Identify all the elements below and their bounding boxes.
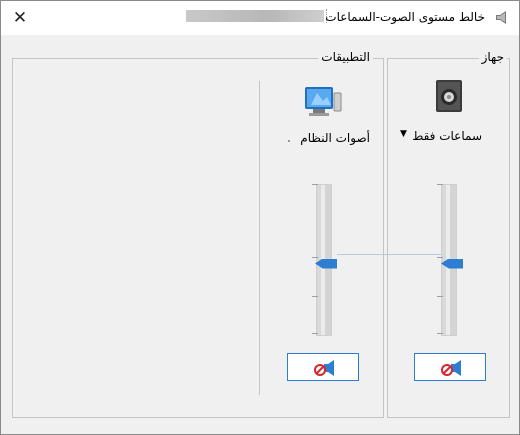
- device-name: سماعات فقط: [412, 129, 482, 143]
- device-tick-mid: [437, 257, 443, 258]
- speaker-muted-icon: [314, 360, 334, 376]
- system-sounds-mute-button[interactable]: [287, 353, 359, 381]
- window-title: خالط مستوى الصوت-السماعات: [325, 10, 485, 24]
- speaker-app-icon: [496, 11, 506, 24]
- system-tick-bottom: [312, 333, 318, 334]
- device-group-label: جهاز: [478, 50, 507, 64]
- speaker-muted-icon: [441, 360, 461, 376]
- system-sounds-label: أصوات النظام: [300, 131, 370, 145]
- applications-group-label: التطبيقات: [318, 50, 373, 64]
- system-tick-low: [312, 296, 318, 297]
- device-tick-top: [437, 184, 443, 185]
- device-tick-low: [437, 296, 443, 297]
- volume-link-line: [337, 254, 441, 255]
- close-button[interactable]: ✕: [3, 3, 37, 33]
- system-sounds-icon: [305, 87, 342, 116]
- speaker-icon: [436, 80, 462, 112]
- blurred-title-segment: [186, 10, 324, 22]
- apps-divider: [259, 81, 260, 395]
- system-sounds-dot: [288, 140, 290, 142]
- device-dropdown-icon[interactable]: ▼: [400, 129, 407, 139]
- volume-mixer-window: ✕ خالط مستوى الصوت-السماعات التطبيقات جه…: [0, 0, 520, 435]
- title-bar: ✕ خالط مستوى الصوت-السماعات: [1, 1, 519, 35]
- system-tick-top: [312, 184, 318, 185]
- device-mute-button[interactable]: [414, 353, 486, 381]
- device-tick-bottom: [437, 333, 443, 334]
- extra-apps-pane: [12, 58, 263, 418]
- system-tick-mid: [312, 257, 318, 258]
